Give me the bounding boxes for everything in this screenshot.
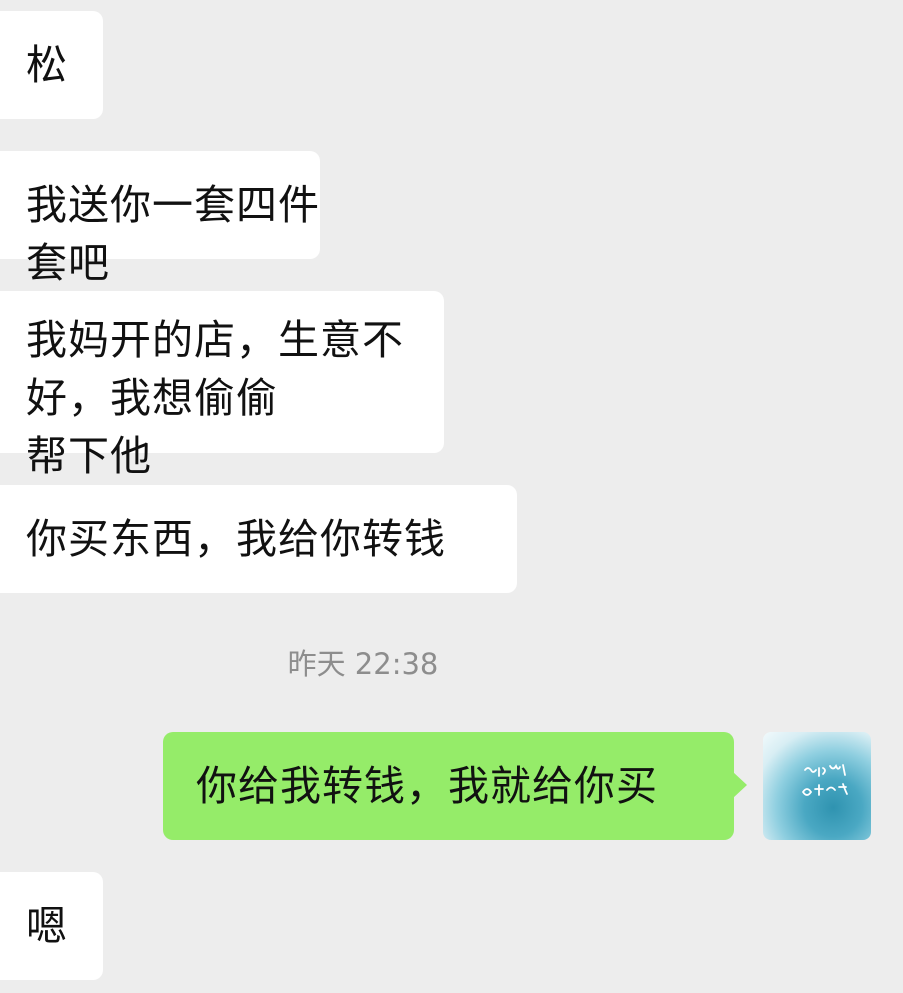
avatar-image-icon [802, 763, 848, 796]
message-bubble-outgoing[interactable]: 你给我转钱，我就给你买 [163, 732, 747, 840]
message-bubble-incoming[interactable]: 你买东西，我给你转钱 [0, 485, 517, 593]
message-text: 你买东西，我给你转钱 [26, 515, 446, 563]
message-text: 松 [26, 41, 68, 89]
message-bubble-incoming[interactable]: 我妈开的店，生意不好，我想偷偷 帮下他 [0, 291, 444, 480]
message-text: 嗯 [26, 902, 68, 950]
message-text-line: 帮下他 [26, 432, 152, 480]
message-text: 我送你一套四件套吧 [26, 181, 320, 287]
message-bubble-incoming[interactable]: 我送你一套四件套吧 [0, 151, 320, 287]
message-timestamp: 昨天 22:38 [287, 647, 439, 681]
message-bubble-incoming[interactable]: 松 [0, 11, 103, 119]
message-text-line: 我妈开的店，生意不好，我想偷偷 [26, 316, 404, 422]
message-text: 你给我转钱，我就给你买 [196, 762, 658, 810]
user-avatar[interactable] [763, 732, 871, 840]
message-bubble-incoming[interactable]: 嗯 [0, 872, 103, 980]
